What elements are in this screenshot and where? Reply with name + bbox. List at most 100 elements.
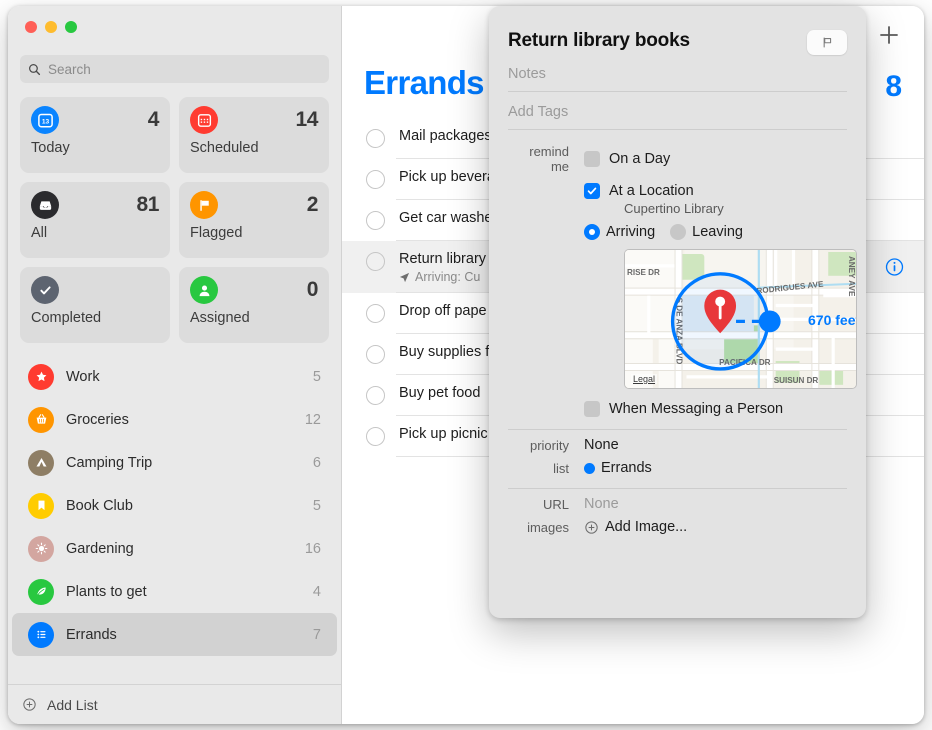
leaf-icon	[28, 578, 54, 605]
arriving-label: Arriving	[606, 224, 656, 240]
person-icon	[190, 276, 218, 304]
sidebar: Search 13 4 Today 14 Scheduled 81 All 2 …	[8, 6, 342, 724]
flag-button[interactable]	[807, 30, 847, 55]
task-checkbox[interactable]	[366, 386, 385, 405]
smart-list-assigned[interactable]: 0 Assigned	[179, 267, 329, 343]
star-icon	[28, 363, 54, 390]
task-checkbox[interactable]	[366, 129, 385, 148]
tags-placeholder: Add Tags	[508, 104, 569, 120]
basket-icon	[28, 406, 54, 433]
leaving-radio[interactable]	[670, 224, 687, 240]
list-item-count: 5	[312, 497, 321, 514]
at-a-location-checkbox[interactable]	[584, 183, 600, 199]
list-value: Errands	[601, 460, 652, 476]
search-icon	[29, 63, 41, 75]
smart-label: All	[31, 225, 48, 241]
list-item-groceries[interactable]: Groceries 12	[12, 398, 337, 441]
list-item-count: 12	[304, 411, 321, 428]
list-count: 8	[885, 70, 902, 103]
smart-list-today[interactable]: 13 4 Today	[20, 97, 170, 173]
list-item-count: 7	[312, 626, 321, 643]
task-info-button[interactable]	[885, 258, 904, 277]
search-input[interactable]: Search	[20, 55, 329, 83]
list-item-label: Camping Trip	[66, 454, 153, 471]
priority-row[interactable]: priority None	[508, 430, 847, 453]
smart-list-scheduled[interactable]: 14 Scheduled	[179, 97, 329, 173]
list-item-gardening[interactable]: Gardening 16	[12, 527, 337, 570]
notes-field[interactable]: Notes	[508, 55, 847, 92]
location-name: Cupertino Library	[624, 201, 724, 216]
checkmark-icon	[587, 187, 597, 195]
list-item-camping-trip[interactable]: Camping Trip 6	[12, 441, 337, 484]
tags-field[interactable]: Add Tags	[508, 92, 847, 130]
list-item-label: Groceries	[66, 411, 129, 428]
list-item-count: 16	[304, 540, 321, 557]
plus-circle-icon	[585, 520, 598, 534]
radio-dot	[589, 229, 595, 235]
tent-icon	[28, 449, 54, 476]
smart-list-all[interactable]: 81 All	[20, 182, 170, 258]
reminder-detail-popover: Return library books Notes Add Tags remi…	[489, 6, 866, 618]
list-item-label: Book Club	[66, 497, 133, 514]
search-placeholder: Search	[48, 61, 91, 77]
smart-label: Scheduled	[190, 140, 259, 156]
on-a-day-checkbox[interactable]	[584, 151, 600, 167]
smart-count: 2	[306, 193, 319, 216]
remind-me-label: remind me	[529, 144, 569, 174]
smart-list-flagged[interactable]: 2 Flagged	[179, 182, 329, 258]
list-color-dot	[584, 462, 595, 474]
task-checkbox[interactable]	[366, 252, 385, 271]
notes-placeholder: Notes	[508, 66, 546, 82]
maximize-button[interactable]	[65, 21, 77, 33]
task-checkbox[interactable]	[366, 345, 385, 364]
url-value: None	[584, 496, 619, 512]
on-a-day-row[interactable]: remind me On a Day	[508, 144, 847, 174]
list-item-label: Work	[66, 368, 100, 385]
when-messaging-checkbox[interactable]	[584, 401, 600, 417]
add-list-button[interactable]: Add List	[8, 684, 341, 724]
task-checkbox[interactable]	[366, 211, 385, 230]
minimize-button[interactable]	[45, 21, 57, 33]
when-messaging-row[interactable]: When Messaging a Person	[508, 401, 847, 417]
list-row[interactable]: list Errands	[508, 453, 847, 476]
list-item-work[interactable]: Work 5	[12, 355, 337, 398]
smart-count: 0	[306, 278, 319, 301]
smart-lists-grid: 13 4 Today 14 Scheduled 81 All 2 Flagged…	[8, 83, 341, 353]
street-label: RISE DR	[627, 268, 660, 277]
checkmark-icon	[31, 276, 59, 304]
street-label: ANEY AVE	[847, 256, 856, 297]
smart-list-completed[interactable]: Completed	[20, 267, 170, 343]
arriving-radio[interactable]	[584, 224, 600, 240]
add-list-label: Add List	[47, 696, 98, 713]
calendar-day-icon: 13	[31, 106, 59, 134]
remind-me-section: remind me On a Day At a Location Cuperti…	[508, 130, 857, 417]
flag-outline-icon	[823, 37, 831, 48]
smart-label: Today	[31, 140, 70, 156]
list-item-plants-to-get[interactable]: Plants to get 4	[12, 570, 337, 613]
sun-icon	[28, 535, 54, 562]
plus-circle-icon	[23, 698, 36, 711]
priority-key: priority	[529, 437, 569, 453]
arrival-mode-row: Arriving Leaving	[508, 224, 847, 240]
add-image-label: Add Image...	[605, 519, 688, 535]
task-checkbox[interactable]	[366, 304, 385, 323]
geofence-handle	[758, 310, 781, 333]
list-item-book-club[interactable]: Book Club 5	[12, 484, 337, 527]
task-checkbox[interactable]	[366, 170, 385, 189]
list-item-count: 4	[312, 583, 321, 600]
list-key: list	[553, 460, 569, 476]
add-image-button[interactable]: Add Image...	[584, 519, 687, 535]
location-arrow-icon	[399, 272, 410, 282]
list-item-errands[interactable]: Errands 7	[12, 613, 337, 656]
location-map[interactable]: RISE DR RODRIGUES AVE PACIFICA DR SUISUN…	[624, 249, 857, 389]
at-a-location-row[interactable]: At a Location	[508, 183, 847, 199]
images-row[interactable]: images Add Image...	[508, 512, 847, 535]
close-button[interactable]	[25, 21, 37, 33]
priority-value: None	[584, 437, 619, 453]
task-checkbox[interactable]	[366, 427, 385, 446]
smart-label: Assigned	[190, 310, 250, 326]
map-legal-link[interactable]: Legal	[631, 374, 658, 384]
list-item-count: 6	[312, 454, 321, 471]
inbox-icon	[31, 191, 59, 219]
url-row[interactable]: URL None	[508, 489, 847, 512]
